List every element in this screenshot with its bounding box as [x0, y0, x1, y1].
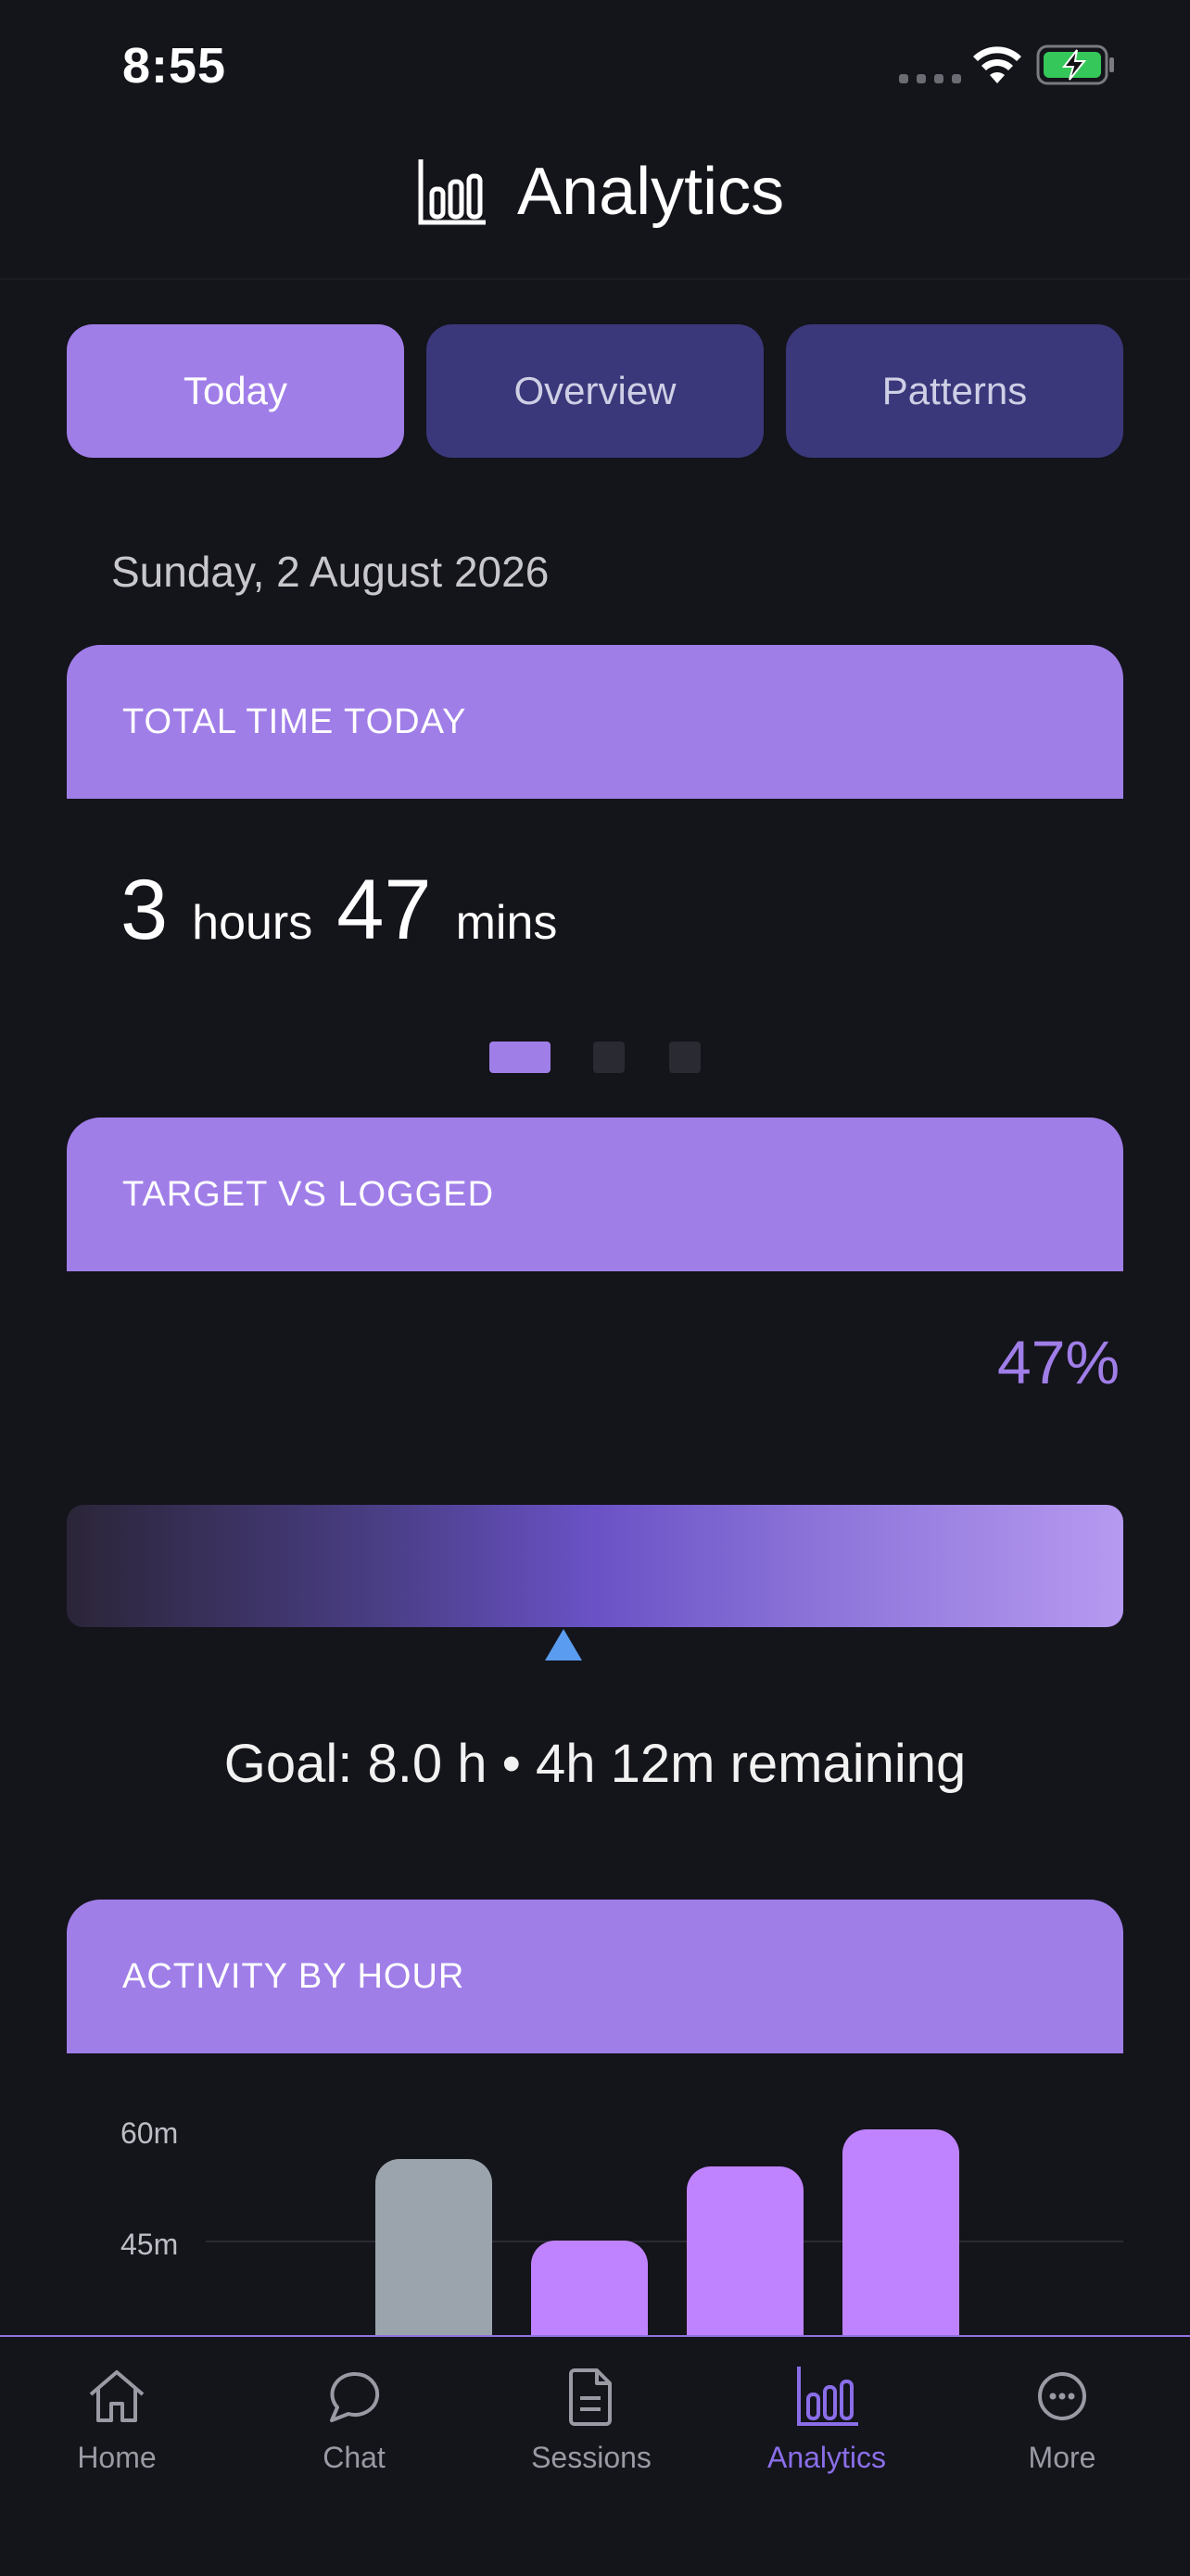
- total-time-card-header: TOTAL TIME TODAY: [67, 645, 1123, 799]
- gridline: [206, 2241, 1123, 2242]
- current-date: Sunday, 2 August 2026: [111, 548, 550, 596]
- document-icon: [569, 2368, 612, 2426]
- page-title: Analytics: [517, 155, 785, 229]
- chart-bar: [375, 2159, 492, 2335]
- total-time-value: 3 hours 47 mins: [120, 862, 557, 959]
- chart-bar: [687, 2166, 804, 2335]
- chart-bar: [531, 2241, 648, 2335]
- more-circle-icon: [1038, 2372, 1086, 2420]
- progress-bar: [67, 1505, 1123, 1627]
- status-time: 8:55: [122, 38, 227, 94]
- nav-label: Analytics: [766, 2441, 887, 2474]
- bar-chart-icon: [418, 159, 486, 225]
- nav-chat[interactable]: Chat: [252, 2363, 456, 2475]
- tab-today[interactable]: Today: [67, 324, 404, 458]
- nav-home[interactable]: Home: [15, 2363, 219, 2475]
- nav-more[interactable]: More: [960, 2363, 1164, 2475]
- goal-summary: Goal: 8.0 h • 4h 12m remaining: [223, 1734, 967, 1794]
- nav-sessions[interactable]: Sessions: [489, 2363, 693, 2475]
- nav-label: Chat: [323, 2441, 386, 2474]
- activity-chart: 60m 45m: [67, 2057, 1123, 2335]
- chart-bar: [842, 2129, 959, 2335]
- hours-unit: hours: [192, 896, 313, 950]
- tab-overview[interactable]: Overview: [426, 324, 764, 458]
- home-icon: [89, 2370, 145, 2422]
- minutes-unit: mins: [455, 896, 558, 950]
- pager-dot-active[interactable]: [489, 1042, 551, 1073]
- progress-percent: 47%: [997, 1328, 1120, 1396]
- wifi-icon: [973, 46, 1021, 83]
- battery-charging-icon: [1036, 44, 1114, 85]
- tab-patterns[interactable]: Patterns: [786, 324, 1123, 458]
- target-card-header: TARGET VS LOGGED: [67, 1118, 1123, 1271]
- pager-dot[interactable]: [669, 1042, 701, 1073]
- activity-card-header: ACTIVITY BY HOUR: [67, 1900, 1123, 2053]
- minutes-value: 47: [336, 863, 432, 957]
- hours-value: 3: [120, 863, 169, 957]
- card-title: ACTIVITY BY HOUR: [122, 1956, 465, 1996]
- card-title: TARGET VS LOGGED: [122, 1174, 495, 1214]
- pager-dot[interactable]: [593, 1042, 625, 1073]
- bar-chart-icon: [797, 2367, 858, 2426]
- chat-bubble-icon: [330, 2371, 380, 2422]
- card-title: TOTAL TIME TODAY: [122, 701, 467, 741]
- nav-label: Sessions: [531, 2441, 652, 2474]
- nav-label: More: [1028, 2441, 1096, 2474]
- cellular-signal-icon: [899, 74, 961, 83]
- progress-marker-icon: [544, 1629, 582, 1661]
- nav-analytics[interactable]: Analytics: [725, 2363, 929, 2475]
- y-tick-label: 45m: [120, 2228, 179, 2261]
- y-tick-label: 60m: [120, 2116, 179, 2150]
- nav-label: Home: [77, 2441, 157, 2474]
- header-divider: [0, 278, 1190, 280]
